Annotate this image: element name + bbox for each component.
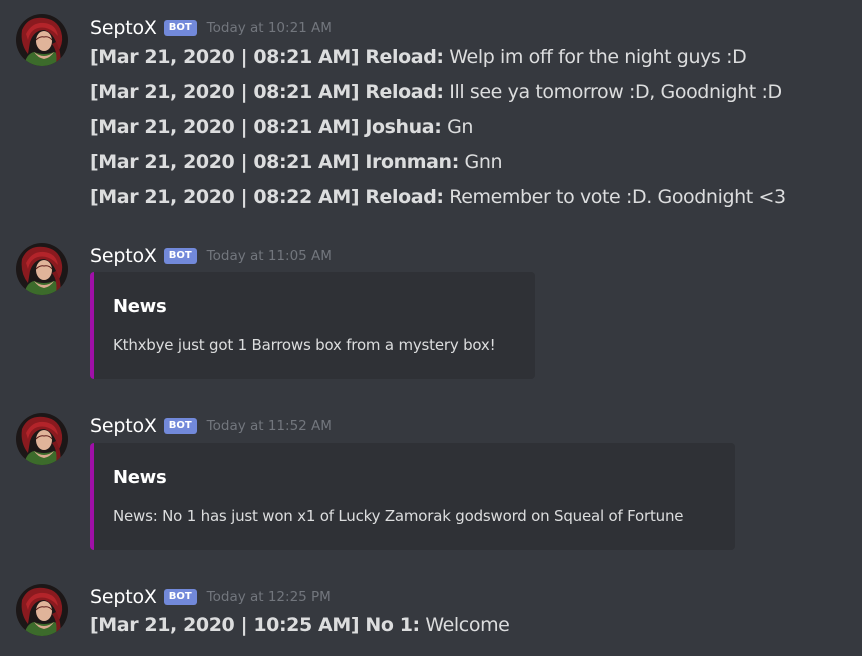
message-line: [Mar 21, 2020 | 08:21 AM] Joshua: Gn [90, 114, 473, 140]
log-text: Ill see ya tomorrow :D, Goodnight :D [443, 81, 782, 103]
bot-tag: BOT [163, 20, 197, 36]
news-embed: News Kthxbye just got 1 Barrows box from… [90, 272, 535, 379]
message-line: [Mar 21, 2020 | 08:21 AM] Reload: Ill se… [90, 79, 782, 105]
news-embed: News News: No 1 has just won x1 of Lucky… [90, 443, 735, 550]
message-header: SeptoX BOT Today at 12:25 PM [90, 584, 331, 610]
message-line: [Mar 21, 2020 | 08:22 AM] Reload: Rememb… [90, 184, 786, 210]
timestamp: Today at 12:25 PM [206, 589, 331, 605]
log-text: Gn [441, 116, 474, 138]
message-line: [Mar 21, 2020 | 10:25 AM] No 1: Welcome [90, 612, 510, 638]
message-header: SeptoX BOT Today at 11:52 AM [90, 413, 332, 439]
bot-tag: BOT [163, 589, 197, 605]
log-text: Welcome [419, 614, 510, 636]
chat-messages: SeptoX BOT Today at 10:21 AM [Mar 21, 20… [0, 0, 862, 656]
message-header: SeptoX BOT Today at 10:21 AM [90, 15, 332, 41]
avatar[interactable] [16, 413, 68, 465]
character-portrait-icon [16, 413, 68, 465]
embed-description: News: No 1 has just won x1 of Lucky Zamo… [113, 507, 684, 525]
log-text: Remember to vote :D. Goodnight <3 [443, 186, 786, 208]
embed-description: Kthxbye just got 1 Barrows box from a my… [113, 336, 496, 354]
timestamp: Today at 11:52 AM [206, 418, 332, 434]
bot-tag: BOT [163, 248, 197, 264]
author-name[interactable]: SeptoX [90, 245, 157, 267]
bot-tag: BOT [163, 418, 197, 434]
log-prefix: [Mar 21, 2020 | 08:21 AM] Reload: [90, 81, 444, 103]
character-portrait-icon [16, 584, 68, 636]
log-prefix: [Mar 21, 2020 | 08:21 AM] Joshua: [90, 116, 442, 138]
message-header: SeptoX BOT Today at 11:05 AM [90, 243, 332, 269]
avatar[interactable] [16, 584, 68, 636]
log-text: Welp im off for the night guys :D [443, 46, 747, 68]
timestamp: Today at 11:05 AM [206, 248, 332, 264]
log-prefix: [Mar 21, 2020 | 08:22 AM] Reload: [90, 186, 444, 208]
author-name[interactable]: SeptoX [90, 17, 157, 39]
log-prefix: [Mar 21, 2020 | 08:21 AM] Ironman: [90, 151, 459, 173]
message-line: [Mar 21, 2020 | 08:21 AM] Ironman: Gnn [90, 149, 503, 175]
log-prefix: [Mar 21, 2020 | 08:21 AM] Reload: [90, 46, 444, 68]
log-prefix: [Mar 21, 2020 | 10:25 AM] No 1: [90, 614, 420, 636]
message-line: [Mar 21, 2020 | 08:21 AM] Reload: Welp i… [90, 44, 747, 70]
author-name[interactable]: SeptoX [90, 586, 157, 608]
timestamp: Today at 10:21 AM [206, 20, 332, 36]
author-name[interactable]: SeptoX [90, 415, 157, 437]
avatar[interactable] [16, 14, 68, 66]
embed-title: News [113, 296, 167, 317]
character-portrait-icon [16, 14, 68, 66]
character-portrait-icon [16, 243, 68, 295]
log-text: Gnn [458, 151, 503, 173]
avatar[interactable] [16, 243, 68, 295]
embed-title: News [113, 467, 167, 488]
